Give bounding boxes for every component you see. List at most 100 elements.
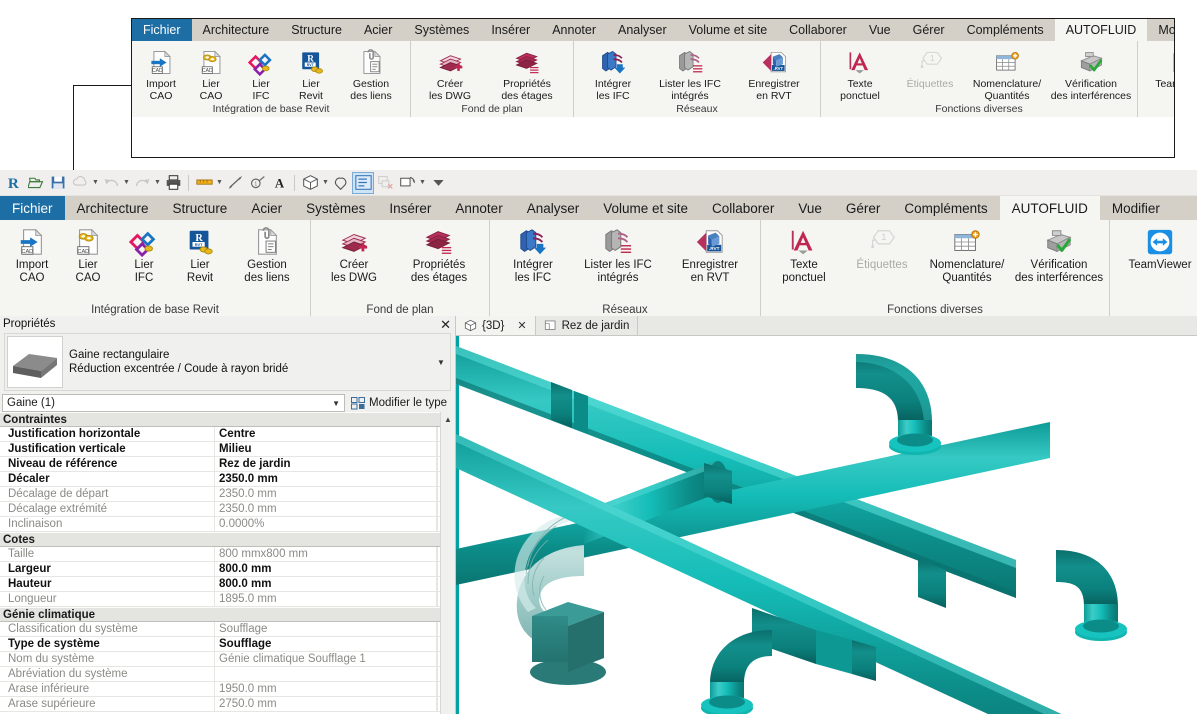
ribbon-button-gestion-des-liens[interactable]: Gestion des liens xyxy=(228,223,306,285)
qat-align-dimension-button[interactable] xyxy=(224,172,246,194)
ribbon-button-enregistrer-en-rvt[interactable]: .RVT Enregistrer en RVT xyxy=(664,223,756,285)
property-row-arase-sup-rieure[interactable]: Arase supérieure 2750.0 mm xyxy=(0,697,455,712)
ribbon-tab-modifier[interactable]: Modifier xyxy=(1100,196,1172,220)
property-group-cotes[interactable]: Cotes▲ xyxy=(0,532,455,547)
qat-revit-logo-button[interactable]: R xyxy=(3,172,25,194)
ribbon-button-intégrer-les-ifc[interactable]: Intégrer les IFC xyxy=(578,44,648,102)
property-value[interactable]: 2350.0 mm xyxy=(215,502,437,516)
property-value[interactable]: Génie climatique Soufflage 1 xyxy=(215,652,437,666)
property-value[interactable]: 800.0 mm xyxy=(215,562,437,576)
property-group-g-nie-climatique[interactable]: Génie climatique▲ xyxy=(0,607,455,622)
property-row-longueur[interactable]: Longueur 1895.0 mm xyxy=(0,592,455,607)
ribbon-tab-annoter[interactable]: Annoter xyxy=(541,19,607,41)
chevron-down-icon[interactable]: ▼ xyxy=(122,172,131,194)
property-row-abr-viation-du-syst-me[interactable]: Abréviation du système xyxy=(0,667,455,682)
ribbon-tab-analyser[interactable]: Analyser xyxy=(515,196,592,220)
ribbon-tab-acier[interactable]: Acier xyxy=(353,19,403,41)
instance-selector-combo[interactable]: Gaine (1) ▼ xyxy=(2,394,346,412)
ribbon-tab-structure[interactable]: Structure xyxy=(161,196,240,220)
property-row-d-calage-extr-mit[interactable]: Décalage extrémité 2350.0 mm xyxy=(0,502,455,517)
property-value[interactable]: Soufflage xyxy=(215,622,437,636)
ribbon-button-texte-ponctuel[interactable]: Texte ponctuel xyxy=(825,44,895,102)
property-group-contraintes[interactable]: Contraintes ▲ xyxy=(0,412,455,427)
ribbon-tab-fichier[interactable]: Fichier xyxy=(0,196,65,220)
property-row-justification-verticale[interactable]: Justification verticale Milieu xyxy=(0,442,455,457)
property-row-d-caler[interactable]: Décaler 2350.0 mm xyxy=(0,472,455,487)
property-row-niveau-de-r-f-rence[interactable]: Niveau de référence Rez de jardin xyxy=(0,457,455,472)
qat-tag-button[interactable]: 1 xyxy=(246,172,268,194)
3d-viewport[interactable] xyxy=(456,336,1197,714)
ribbon-button-lier-ifc[interactable]: Lier IFC xyxy=(236,44,286,102)
properties-scrollbar[interactable]: ▲ xyxy=(440,412,455,714)
ribbon-button-propriétés-des-étages[interactable]: Propriétés des étages xyxy=(485,44,569,102)
property-row-nom-du-syst-me[interactable]: Nom du système Génie climatique Soufflage… xyxy=(0,652,455,667)
qat-save-button[interactable] xyxy=(47,172,69,194)
scroll-up-arrow[interactable]: ▲ xyxy=(441,412,455,427)
ribbon-tab-architecture[interactable]: Architecture xyxy=(192,19,281,41)
property-value[interactable]: Rez de jardin xyxy=(215,457,437,471)
ribbon-tab-collaborer[interactable]: Collaborer xyxy=(778,19,858,41)
qat-customize-qat-button[interactable] xyxy=(427,172,449,194)
qat-measure-button[interactable] xyxy=(193,172,215,194)
qat-text-button[interactable]: A xyxy=(268,172,290,194)
ribbon-button-nomenclature-quantités[interactable]: Nomenclature/Quantités xyxy=(921,223,1013,285)
ribbon-tab-annoter[interactable]: Annoter xyxy=(443,196,514,220)
ribbon-tab-compl-ments[interactable]: Compléments xyxy=(956,19,1055,41)
chevron-down-icon[interactable]: ▼ xyxy=(91,172,100,194)
property-value[interactable]: 1950.0 mm xyxy=(215,682,437,696)
ribbon-button-lier-revit[interactable]: R RVT Lier Revit xyxy=(286,44,336,102)
property-value[interactable]: 2350.0 mm xyxy=(215,487,437,501)
property-row-classification-du-syst-me[interactable]: Classification du système Soufflage xyxy=(0,622,455,637)
qat-thin-lines-button[interactable] xyxy=(352,171,374,194)
ribbon-tab-ins-rer[interactable]: Insérer xyxy=(377,196,443,220)
property-row-inclinaison[interactable]: Inclinaison 0.0000% xyxy=(0,517,455,532)
ribbon-tab-vue[interactable]: Vue xyxy=(858,19,902,41)
property-row-largeur[interactable]: Largeur 800.0 mm xyxy=(0,562,455,577)
property-value[interactable]: 2350.0 mm xyxy=(215,472,437,486)
property-value[interactable]: Centre xyxy=(215,427,437,441)
property-value[interactable] xyxy=(215,667,437,681)
ribbon-button-lier-ifc[interactable]: Lier IFC xyxy=(116,223,172,285)
ribbon-tab-architecture[interactable]: Architecture xyxy=(65,196,161,220)
property-row-d-calage-de-d-part[interactable]: Décalage de départ 2350.0 mm xyxy=(0,487,455,502)
view-tab-3d[interactable]: {3D} ✕ xyxy=(456,316,536,335)
ribbon-tab-ins-rer[interactable]: Insérer xyxy=(480,19,541,41)
property-row-hauteur[interactable]: Hauteur 800.0 mm xyxy=(0,577,455,592)
ribbon-button-lister-les-ifc-intégrés[interactable]: Lister les IFC intégrés xyxy=(648,44,732,102)
ribbon-tab-modifier[interactable]: Modifier xyxy=(1147,19,1174,41)
ribbon-tab-volume-et-site[interactable]: Volume et site xyxy=(678,19,779,41)
qat-section-box-button[interactable] xyxy=(330,172,352,194)
property-value[interactable]: Milieu xyxy=(215,442,437,456)
property-value[interactable]: 1895.0 mm xyxy=(215,592,437,606)
ribbon-button-gestion-des-liens[interactable]: Gestion des liens xyxy=(336,44,406,102)
type-selector-preview[interactable]: Gaine rectangulaire Réduction excentrée … xyxy=(4,333,451,391)
ribbon-button-teamviewer[interactable]: TeamViewer xyxy=(1142,44,1174,90)
ribbon-tab-acier[interactable]: Acier xyxy=(239,196,294,220)
ribbon-button-import-cao[interactable]: CAD Import CAO xyxy=(136,44,186,102)
chevron-down-icon[interactable]: ▼ xyxy=(432,358,450,367)
property-value[interactable]: Soufflage xyxy=(215,637,437,651)
ribbon-tab-volume-et-site[interactable]: Volume et site xyxy=(591,196,700,220)
property-row-justification-horizontale[interactable]: Justification horizontale Centre xyxy=(0,427,455,442)
qat-switch-windows-button[interactable] xyxy=(396,172,418,194)
property-row-arase-inf-rieure[interactable]: Arase inférieure 1950.0 mm xyxy=(0,682,455,697)
ribbon-tab-collaborer[interactable]: Collaborer xyxy=(700,196,786,220)
ribbon-tab-analyser[interactable]: Analyser xyxy=(607,19,678,41)
ribbon-tab-structure[interactable]: Structure xyxy=(280,19,353,41)
ribbon-tab-g-rer[interactable]: Gérer xyxy=(902,19,956,41)
property-value[interactable]: 800 mmx800 mm xyxy=(215,547,437,561)
ribbon-tab-syst-mes[interactable]: Systèmes xyxy=(403,19,480,41)
properties-grid[interactable]: Contraintes▲Justification horizontaleCen… xyxy=(0,412,455,714)
chevron-down-icon[interactable]: ▼ xyxy=(215,172,224,194)
ribbon-button-propriétés-des-étages[interactable]: Propriétés des étages xyxy=(393,223,485,285)
ribbon-tab-autofluid[interactable]: AUTOFLUID xyxy=(1054,19,1148,41)
ribbon-tab-autofluid[interactable]: AUTOFLUID xyxy=(999,196,1100,220)
ribbon-tab-g-rer[interactable]: Gérer xyxy=(834,196,893,220)
chevron-down-icon[interactable]: ▼ xyxy=(418,172,427,194)
ribbon-tab-vue[interactable]: Vue xyxy=(786,196,834,220)
ribbon-button-vérification-des-interférences[interactable]: Vérification des interférences xyxy=(1049,44,1133,102)
edit-type-button[interactable]: Modifier le type xyxy=(345,394,451,412)
property-value[interactable]: 800.0 mm xyxy=(215,577,437,591)
qat-default-3d-view-button[interactable] xyxy=(299,172,321,194)
ribbon-tab-syst-mes[interactable]: Systèmes xyxy=(294,196,377,220)
